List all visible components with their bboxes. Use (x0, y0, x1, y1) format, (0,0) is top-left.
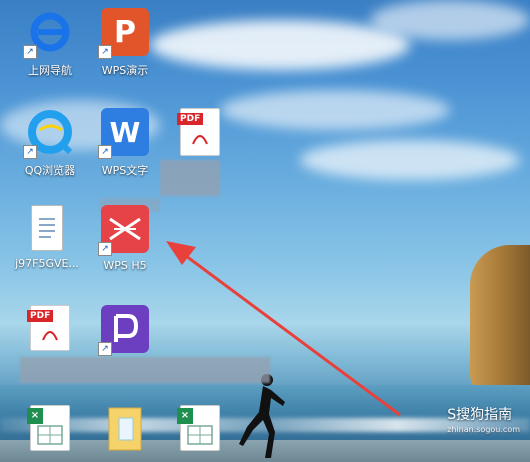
desktop-background: ↗ 上网导航 P ↗ WPS演示 ↗ QQ浏览器 W ↗ WPS文字 PDF j… (0, 0, 530, 462)
sogou-watermark: S搜狗指南 zhinan.sogou.com (447, 404, 520, 434)
watermark-url: zhinan.sogou.com (447, 425, 520, 434)
watermark-title: S搜狗指南 (447, 407, 513, 423)
annotation-arrow (166, 241, 401, 417)
